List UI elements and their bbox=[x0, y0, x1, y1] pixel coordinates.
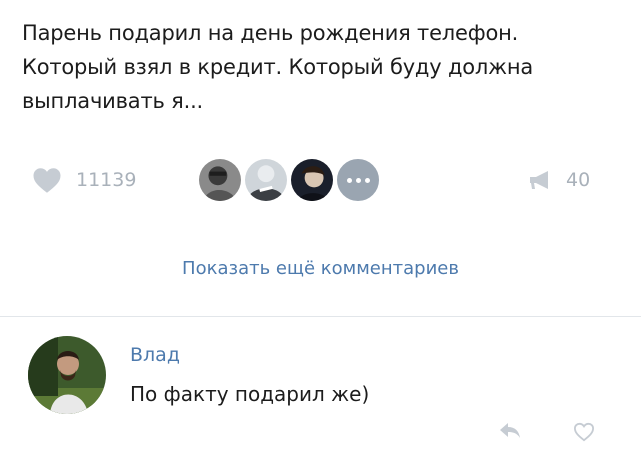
likers-avatars bbox=[196, 156, 382, 204]
post-text-line: выплачивать я... bbox=[22, 89, 204, 113]
like-button[interactable]: 11139 bbox=[32, 162, 136, 198]
show-more-comments-link[interactable]: Показать ещё комментариев bbox=[0, 258, 641, 279]
megaphone-icon bbox=[530, 171, 548, 189]
avatar[interactable] bbox=[288, 156, 336, 204]
shares-count: 40 bbox=[566, 169, 591, 191]
likes-count: 11139 bbox=[76, 169, 137, 191]
avatar[interactable] bbox=[242, 156, 290, 204]
post-text-line: Парень подарил на день рождения телефон. bbox=[22, 21, 519, 45]
reply-icon bbox=[500, 423, 520, 438]
post-text: Парень подарил на день рождения телефон.… bbox=[22, 16, 622, 118]
avatar[interactable] bbox=[28, 336, 106, 414]
avatar[interactable] bbox=[196, 156, 244, 204]
comment-like-button[interactable] bbox=[573, 422, 595, 446]
heart-icon bbox=[33, 167, 61, 193]
divider bbox=[0, 316, 641, 317]
comment-author[interactable]: Влад bbox=[130, 344, 180, 366]
share-button[interactable]: 40 bbox=[528, 164, 590, 196]
post-text-line: Который взял в кредит. Который буду долж… bbox=[22, 55, 534, 79]
comment-text: По факту подарил же) bbox=[130, 382, 370, 406]
post-actions-row: 11139 40 bbox=[0, 150, 641, 210]
heart-icon bbox=[573, 422, 595, 442]
reply-button[interactable] bbox=[498, 420, 522, 444]
ellipsis-icon[interactable] bbox=[334, 156, 382, 204]
